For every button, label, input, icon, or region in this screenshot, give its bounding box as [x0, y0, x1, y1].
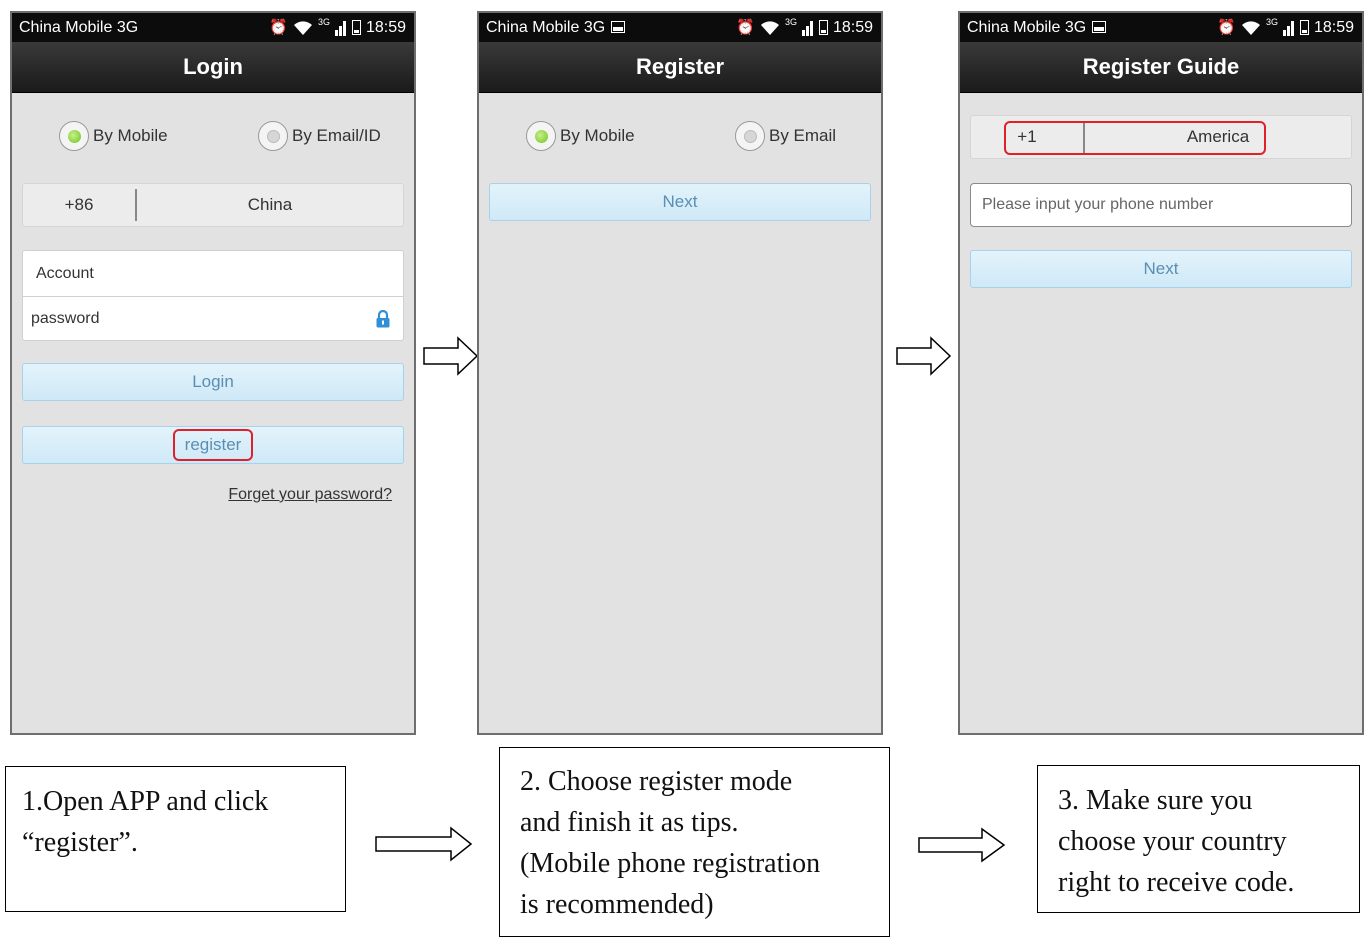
step1-caption: 1.Open APP and click “register”. — [5, 766, 346, 912]
country-selector[interactable]: +86 China — [22, 183, 404, 227]
caption-line: and finish it as tips. — [520, 807, 739, 838]
carrier-label: China Mobile 3G — [19, 19, 139, 36]
carrier-label: China Mobile 3G — [486, 13, 626, 42]
radio-by-email-id[interactable]: By Email/ID — [258, 121, 381, 151]
radio-unchecked-icon — [735, 121, 765, 151]
phone-screen-register-guide: China Mobile 3G ⏰ 3G 18:59 Register Guid… — [958, 11, 1364, 735]
page-title: Login — [12, 42, 414, 93]
wifi-icon — [1241, 20, 1260, 35]
battery-icon — [1299, 20, 1309, 35]
radio-checked-icon — [526, 121, 556, 151]
step3-caption: 3. Make sure you choose your country rig… — [1037, 765, 1360, 913]
network-type: 3G — [317, 17, 330, 27]
forget-password-link[interactable]: Forget your password? — [228, 486, 392, 504]
radio-unchecked-icon — [258, 121, 288, 151]
login-button[interactable]: Login — [22, 363, 404, 401]
account-input[interactable]: Account — [23, 251, 403, 297]
wifi-icon — [760, 20, 779, 35]
lock-icon — [376, 310, 390, 328]
network-type: 3G — [1265, 17, 1278, 27]
step2-caption: 2. Choose register mode and finish it as… — [499, 747, 890, 937]
image-thumbnail-icon — [611, 21, 626, 33]
register-mode-radio-group: By Mobile By Email — [479, 121, 881, 155]
login-mode-radio-group: By Mobile By Email/ID — [12, 121, 414, 155]
status-bar: China Mobile 3G ⏰ 3G 18:59 — [960, 13, 1362, 42]
password-placeholder: password — [31, 310, 100, 327]
password-input[interactable]: password — [23, 297, 403, 341]
credentials-form: Account password — [22, 250, 404, 341]
carrier-text: China Mobile 3G — [486, 19, 606, 36]
radio-label: By Email/ID — [292, 126, 381, 145]
arrow-right-icon — [896, 336, 952, 376]
arrow-right-icon — [918, 827, 1006, 863]
wifi-icon — [293, 20, 312, 35]
image-thumbnail-icon — [1092, 21, 1107, 33]
caption-line: 3. Make sure you — [1058, 785, 1253, 816]
next-button[interactable]: Next — [489, 183, 871, 221]
status-time: 18:59 — [832, 19, 873, 36]
battery-icon — [351, 20, 361, 35]
caption-line: 1.Open APP and click — [22, 786, 269, 817]
status-time: 18:59 — [1313, 19, 1354, 36]
radio-checked-icon — [59, 121, 89, 151]
radio-label: By Mobile — [560, 126, 635, 145]
register-label-highlighted: register — [172, 429, 254, 461]
radio-by-email[interactable]: By Email — [735, 121, 836, 151]
phone-screen-login: China Mobile 3G ⏰ 3G 18:59 Login By Mobi… — [10, 11, 416, 735]
status-time: 18:59 — [365, 19, 406, 36]
radio-by-mobile[interactable]: By Mobile — [526, 121, 635, 151]
network-type: 3G — [784, 17, 797, 27]
country-selector[interactable]: +1 America — [970, 115, 1352, 159]
caption-line: choose your country — [1058, 826, 1287, 857]
phone-screen-register: China Mobile 3G ⏰ 3G 18:59 Register By M… — [477, 11, 883, 735]
caption-line: (Mobile phone registration — [520, 848, 821, 879]
radio-by-mobile[interactable]: By Mobile — [59, 121, 168, 151]
signal-icon — [801, 20, 813, 36]
country-name: China — [247, 195, 293, 214]
radio-label: By Email — [769, 126, 837, 145]
signal-icon — [1282, 20, 1294, 36]
page-title: Register Guide — [960, 42, 1362, 93]
caption-line: “register”. — [22, 827, 138, 858]
alarm-icon: ⏰ — [736, 19, 755, 36]
caption-line: 2. Choose register mode — [520, 766, 793, 797]
alarm-icon: ⏰ — [269, 19, 288, 36]
status-bar: China Mobile 3G ⏰ 3G 18:59 — [12, 13, 414, 42]
country-highlight-box — [1004, 121, 1266, 155]
carrier-text: China Mobile 3G — [967, 19, 1087, 36]
page-title: Register — [479, 42, 881, 93]
caption-line: right to receive code. — [1058, 867, 1295, 898]
battery-icon — [818, 20, 828, 35]
carrier-label: China Mobile 3G — [967, 13, 1107, 42]
caption-line: is recommended) — [520, 889, 714, 920]
register-button[interactable]: register — [22, 426, 404, 464]
phone-number-input[interactable]: Please input your phone number — [970, 183, 1352, 227]
signal-icon — [334, 20, 346, 36]
radio-label: By Mobile — [93, 126, 168, 145]
alarm-icon: ⏰ — [1217, 19, 1236, 36]
status-bar: China Mobile 3G ⏰ 3G 18:59 — [479, 13, 881, 42]
next-button[interactable]: Next — [970, 250, 1352, 288]
arrow-right-icon — [423, 336, 479, 376]
country-code: +86 — [64, 195, 94, 214]
arrow-right-icon — [375, 826, 473, 862]
